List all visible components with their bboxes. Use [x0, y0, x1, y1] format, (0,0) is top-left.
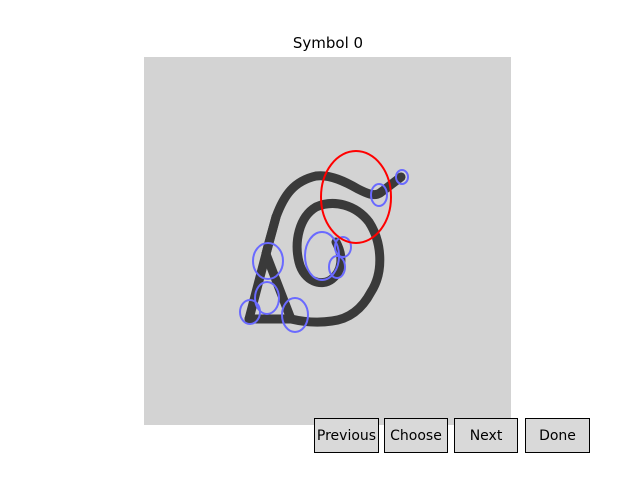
symbol-canvas[interactable] — [144, 57, 511, 425]
previous-button[interactable]: Previous — [314, 418, 379, 453]
done-button[interactable]: Done — [525, 418, 590, 453]
symbol-stroke — [244, 171, 406, 327]
symbol-drawing — [239, 150, 409, 333]
figure-title: Symbol 0 — [292, 34, 364, 52]
next-button[interactable]: Next — [454, 418, 518, 453]
choose-button[interactable]: Choose — [384, 418, 448, 453]
